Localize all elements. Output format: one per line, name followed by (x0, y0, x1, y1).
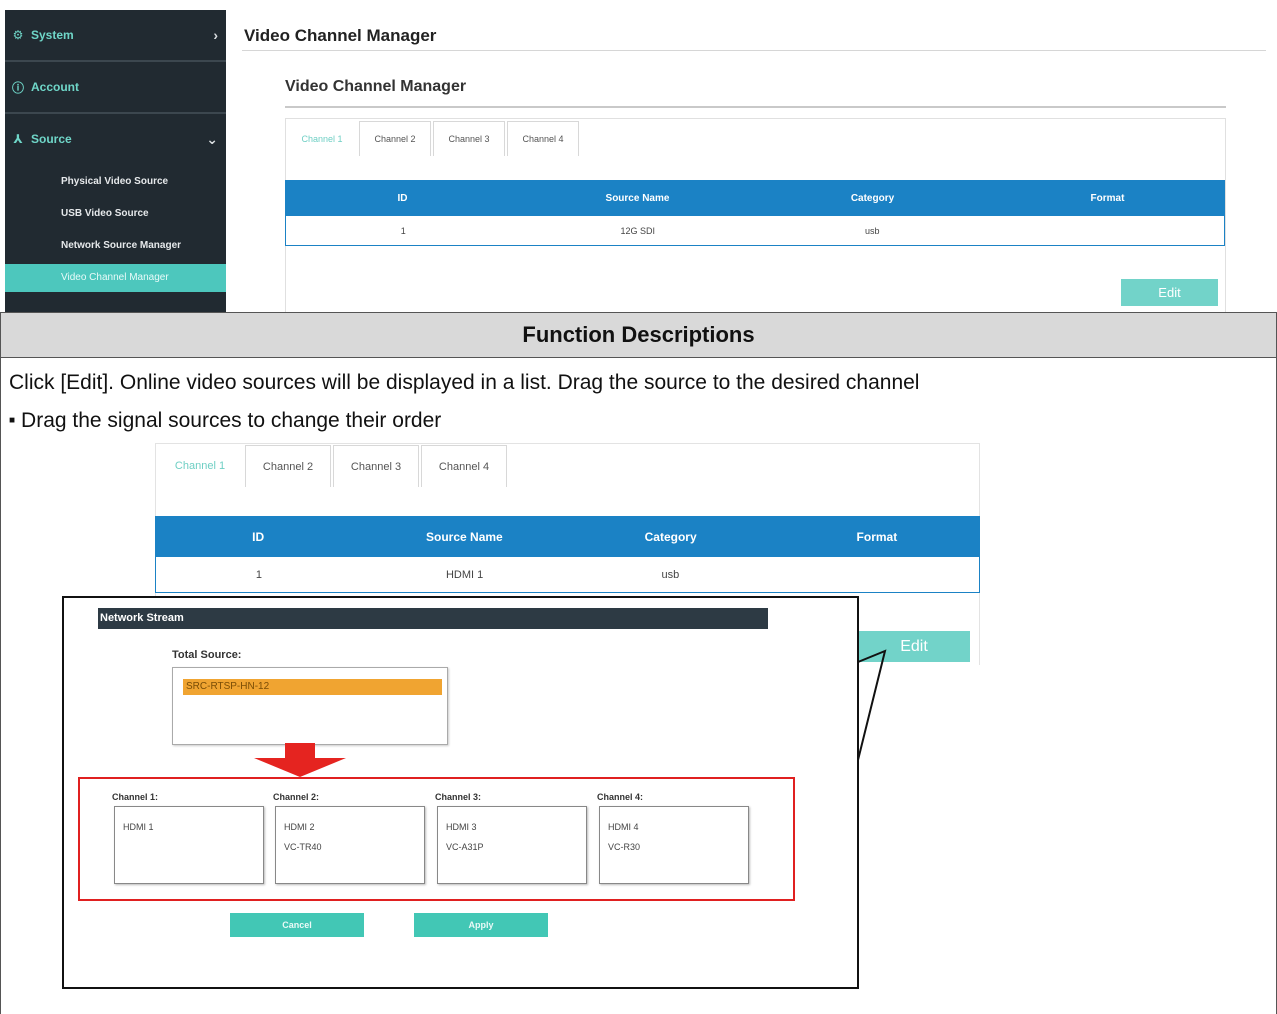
column-header-id: ID (397, 192, 408, 204)
channel-source-item[interactable]: HDMI 2 (284, 822, 315, 832)
column-header-format: Format (1090, 192, 1125, 204)
gear-icon: ⚙ (12, 28, 24, 42)
table-row[interactable]: 1 12G SDI usb (285, 216, 1225, 246)
channel-3-label: Channel 3: (435, 792, 482, 802)
column-header-format: Format (856, 529, 898, 544)
channel-source-item[interactable]: VC-R30 (608, 842, 640, 852)
desc-text: Click [Edit]. Online video sources will … (9, 371, 920, 394)
dialog-title: Network Stream (98, 608, 768, 629)
cell-id: 1 (255, 568, 262, 581)
channel-1-list[interactable]: HDMI 1 (114, 806, 264, 884)
channel-4-label: Channel 4: (597, 792, 644, 802)
sidebar-subitem-physical-video-source[interactable]: Physical Video Source (5, 168, 226, 196)
sidebar-subitem-usb-video-source[interactable]: USB Video Source (5, 200, 226, 228)
tab-channel-4[interactable]: Channel 4 (421, 445, 507, 487)
cell-id: 1 (400, 225, 406, 236)
desc-header: Function Descriptions (1, 313, 1276, 358)
edit-button[interactable]: Edit (858, 631, 970, 662)
cell-source-name: HDMI 1 (445, 568, 484, 581)
chevron-right-icon: › (213, 27, 218, 43)
panel-title: Video Channel Manager (285, 78, 467, 95)
tab-channel-4[interactable]: Channel 4 (507, 121, 579, 156)
channel-tabs: Channel 1 Channel 2 Channel 3 Channel 4 (157, 445, 509, 487)
tab-channel-3[interactable]: Channel 3 (433, 121, 505, 156)
channel-2-label: Channel 2: (273, 792, 320, 802)
channel-4-list[interactable]: HDMI 4 VC-R30 (599, 806, 749, 884)
channel-3-list[interactable]: HDMI 3 VC-A31P (437, 806, 587, 884)
sidebar-subitem-network-source-manager[interactable]: Network Source Manager (5, 232, 226, 260)
column-header-category: Category (850, 192, 895, 204)
channel-source-item[interactable]: HDMI 4 (608, 822, 639, 832)
tab-channel-1[interactable]: Channel 1 (157, 445, 243, 487)
desc-bullet: ■ Drag the signal sources to change thei… (9, 409, 441, 433)
total-source-list[interactable]: SRC-RTSP-HN-12 (172, 667, 448, 745)
tab-channel-2[interactable]: Channel 2 (245, 445, 331, 487)
channel-source-item[interactable]: VC-A31P (446, 842, 484, 852)
column-header-source-name: Source Name (605, 192, 670, 204)
channel-1-label: Channel 1: (112, 792, 159, 802)
table-header: ID Source Name Category Format (155, 516, 980, 557)
cell-source-name: 12G SDI (620, 225, 655, 236)
table-header: ID Source Name Category Format (285, 180, 1225, 216)
panel-divider (285, 106, 1226, 108)
sidebar-item-system[interactable]: ⚙ System › (5, 10, 226, 60)
drag-arrow-icon (254, 743, 346, 777)
sidebar-subitem-video-channel-manager[interactable]: Video Channel Manager (5, 264, 226, 292)
channel-tabs: Channel 1 Channel 2 Channel 3 Channel 4 (287, 121, 581, 156)
column-header-id: ID (252, 529, 265, 544)
column-header-category: Category (644, 529, 697, 544)
sidebar-item-label: System (31, 28, 74, 42)
column-header-source-name: Source Name (426, 529, 503, 544)
network-stream-dialog: Network Stream Total Source: SRC-RTSP-HN… (62, 596, 859, 989)
cell-category: usb (661, 568, 680, 581)
source-list-item[interactable]: SRC-RTSP-HN-12 (183, 679, 442, 695)
channel-2-list[interactable]: HDMI 2 VC-TR40 (275, 806, 425, 884)
cell-category: usb (864, 225, 880, 236)
arrow-head (254, 758, 346, 777)
cancel-button[interactable]: Cancel (230, 913, 364, 937)
tab-channel-3[interactable]: Channel 3 (333, 445, 419, 487)
chevron-down-icon: ⌄ (206, 130, 218, 147)
title-divider (242, 50, 1266, 51)
sidebar: ⚙ System › ⓘ Account ⅄ Source ⌄ Physical… (5, 10, 226, 312)
channel-source-item[interactable]: HDMI 1 (123, 822, 154, 832)
sidebar-item-label: Source (31, 132, 72, 146)
sidebar-item-source[interactable]: ⅄ Source ⌄ (5, 114, 226, 164)
total-source-label: Total Source: (172, 649, 242, 661)
arrow-shaft (285, 743, 315, 759)
edit-button[interactable]: Edit (1121, 279, 1218, 306)
channel-source-item[interactable]: VC-TR40 (284, 842, 322, 852)
table-row[interactable]: 1 HDMI 1 usb (155, 557, 980, 593)
tab-channel-1[interactable]: Channel 1 (287, 121, 357, 156)
account-icon: ⓘ (11, 80, 24, 95)
apply-button[interactable]: Apply (414, 913, 548, 937)
bullet-icon: ■ (9, 414, 16, 426)
source-tree-icon: ⅄ (13, 132, 23, 146)
tab-channel-2[interactable]: Channel 2 (359, 121, 431, 156)
desc-bullet-text: Drag the signal sources to change their … (21, 409, 442, 432)
page-title: Video Channel Manager (244, 26, 437, 45)
top-screenshot: ⚙ System › ⓘ Account ⅄ Source ⌄ Physical… (0, 0, 1277, 312)
sidebar-item-account[interactable]: ⓘ Account (5, 62, 226, 112)
sidebar-item-label: Account (31, 80, 79, 94)
channel-source-item[interactable]: HDMI 3 (446, 822, 477, 832)
